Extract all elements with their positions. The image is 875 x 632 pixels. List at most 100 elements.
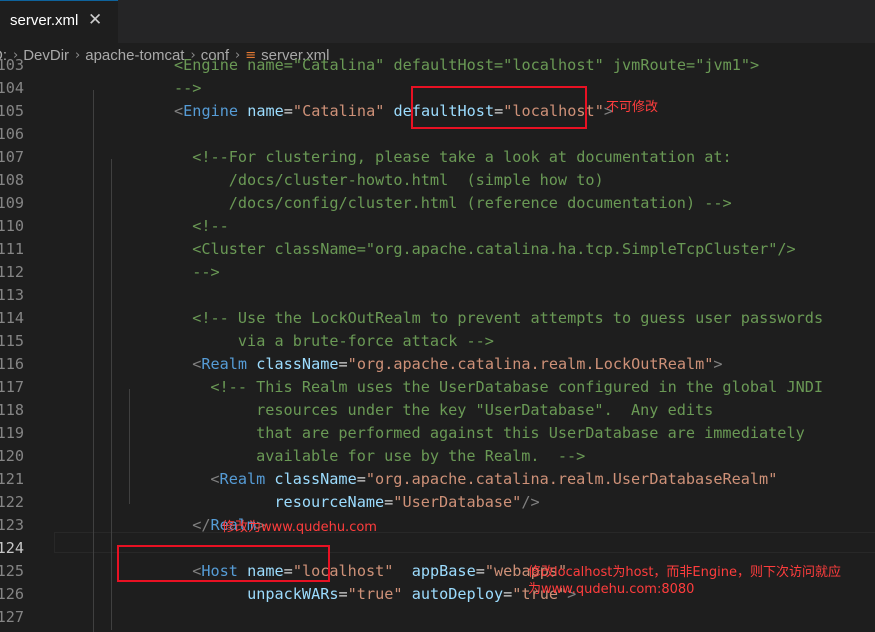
- code-token: "org.apache.catalina.realm.LockOutRealm": [347, 355, 714, 373]
- code-token: /docs/cluster-howto.html (simple how to): [192, 171, 604, 189]
- code-token: =: [475, 562, 485, 580]
- line-number: 120: [0, 447, 24, 465]
- line-number: 126: [0, 585, 24, 603]
- code-text: <!--: [192, 215, 229, 238]
- line-number: 114: [0, 309, 24, 327]
- line-number: 107: [0, 148, 24, 166]
- code-line[interactable]: 118 resources under the key "UserDatabas…: [0, 399, 875, 422]
- code-line[interactable]: 107 <!--For clustering, please take a loo…: [0, 146, 875, 169]
- code-text: resources under the key "UserDatabase". …: [210, 399, 713, 422]
- code-line[interactable]: 122 resourceName="UserDatabase"/>: [0, 491, 875, 514]
- code-line[interactable]: 117 <!-- This Realm uses the UserDatabase…: [0, 376, 875, 399]
- code-line[interactable]: 111 <Cluster className="org.apache.catali…: [0, 238, 875, 261]
- tab-bar: server.xml ✕: [0, 0, 875, 43]
- code-token: =: [384, 493, 394, 511]
- code-line[interactable]: 121 <Realm className="org.apache.catalina…: [0, 468, 875, 491]
- line-number: 106: [0, 125, 24, 143]
- code-text: that are performed against this UserData…: [210, 422, 805, 445]
- line-number: 116: [0, 355, 24, 373]
- code-line[interactable]: 110 <!--: [0, 215, 875, 238]
- line-number: 127: [0, 608, 24, 626]
- line-number: 104: [0, 79, 24, 97]
- code-token: "true": [347, 585, 403, 603]
- code-token: "Catalina": [292, 102, 385, 120]
- code-line[interactable]: 108 /docs/cluster-howto.html (simple how…: [0, 169, 875, 192]
- line-number: 124: [0, 539, 24, 557]
- line-number: 103: [0, 56, 24, 74]
- host-annotation-line1: 修改localhost为host，而非Engine，则下次访问就应: [528, 565, 841, 580]
- code-line[interactable]: 114 <!-- Use the LockOutRealm to prevent …: [0, 307, 875, 330]
- code-token: <!-- This Realm uses the UserDatabase co…: [210, 378, 824, 396]
- code-token: className: [256, 355, 339, 373]
- code-text: /docs/config/cluster.html (reference doc…: [192, 192, 732, 215]
- code-token: that are performed against this UserData…: [210, 424, 805, 442]
- code-text: -->: [174, 77, 201, 100]
- code-line[interactable]: 116 <Realm className="org.apache.catalina…: [0, 353, 875, 376]
- code-text: /docs/cluster-howto.html (simple how to): [192, 169, 604, 192]
- close-icon[interactable]: ✕: [88, 10, 102, 30]
- line-number: 108: [0, 171, 24, 189]
- code-text: <Realm className="org.apache.catalina.re…: [192, 353, 722, 376]
- code-text: resourceName="UserDatabase"/>: [210, 491, 539, 514]
- code-token: =: [283, 102, 293, 120]
- realm-annotation: 修改为www.qudehu.com: [222, 520, 377, 535]
- code-token: "org.apache.catalina.realm.UserDatabaseR…: [365, 470, 778, 488]
- code-line[interactable]: 109 /docs/config/cluster.html (reference…: [0, 192, 875, 215]
- code-token: <!--For clustering, please take a look a…: [192, 148, 732, 166]
- line-number: 123: [0, 516, 24, 534]
- code-token: >: [713, 355, 723, 373]
- code-token: Engine: [183, 102, 239, 120]
- code-token: "UserDatabase": [393, 493, 522, 511]
- code-text: <!-- This Realm uses the UserDatabase co…: [210, 376, 823, 399]
- host-name-highlight: [117, 545, 330, 582]
- code-token: =: [338, 585, 348, 603]
- code-line[interactable]: 120 available for use by the Realm. -->: [0, 445, 875, 468]
- code-line[interactable]: 115 via a brute-force attack -->: [0, 330, 875, 353]
- code-line[interactable]: 123 </Realm>: [0, 514, 875, 537]
- host-annotation-line2: 为www.qudehu.com:8080: [528, 582, 695, 597]
- code-text: <!--For clustering, please take a look a…: [192, 146, 731, 169]
- code-token: -->: [174, 79, 202, 97]
- code-token: <: [174, 102, 184, 120]
- code-text: <Engine name="Catalina" defaultHost="loc…: [174, 55, 759, 77]
- code-token: =: [338, 355, 348, 373]
- code-line[interactable]: 112 -->: [0, 261, 875, 284]
- line-number: 117: [0, 378, 24, 396]
- code-text: unpackWARs="true" autoDeploy="true">: [192, 583, 576, 606]
- code-token: />: [521, 493, 540, 511]
- code-token: unpackWARs: [247, 585, 339, 603]
- code-token: name: [247, 102, 284, 120]
- code-token: <: [210, 470, 220, 488]
- code-text: -->: [192, 261, 219, 284]
- code-token: className: [274, 470, 357, 488]
- tab-server-xml[interactable]: server.xml ✕: [0, 0, 118, 43]
- line-number: 109: [0, 194, 24, 212]
- line-number: 112: [0, 263, 24, 281]
- tab-label: server.xml: [10, 12, 79, 29]
- engine-defaulthost-highlight: [411, 86, 587, 129]
- code-line[interactable]: 127: [0, 606, 875, 629]
- code-token: -->: [192, 263, 220, 281]
- code-token: <!-- Use the LockOutRealm to prevent att…: [192, 309, 824, 327]
- line-number: 119: [0, 424, 24, 442]
- code-text: <Realm className="org.apache.catalina.re…: [210, 468, 777, 491]
- code-line[interactable]: 103 <Engine name="Catalina" defaultHost="…: [0, 55, 875, 77]
- code-token: =: [356, 470, 366, 488]
- code-token: Realm: [219, 470, 266, 488]
- code-token: =: [503, 585, 513, 603]
- code-line[interactable]: 119 that are performed against this User…: [0, 422, 875, 445]
- code-text: via a brute-force attack -->: [192, 330, 494, 353]
- indent-guide: [93, 90, 94, 632]
- line-number: 118: [0, 401, 24, 419]
- code-token: Realm: [201, 355, 248, 373]
- code-token: autoDeploy: [411, 585, 504, 603]
- code-token: </: [192, 516, 211, 534]
- code-token: <Engine name="Catalina" defaultHost="loc…: [174, 56, 760, 74]
- code-line[interactable]: 126 unpackWARs="true" autoDeploy="true">: [0, 583, 875, 606]
- code-line[interactable]: 113: [0, 284, 875, 307]
